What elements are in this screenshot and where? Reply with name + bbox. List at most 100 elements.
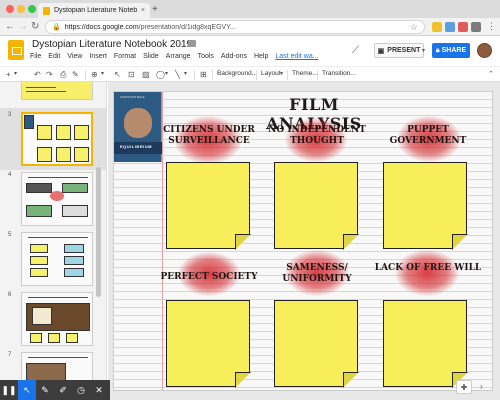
share-button[interactable]: 🔒︎ SHARE	[432, 43, 470, 58]
new-slide-icon[interactable]: +	[6, 69, 11, 80]
thumb-image	[32, 307, 52, 325]
category-label[interactable]: PERFECT SOCIETY	[154, 272, 264, 283]
paint-format-icon[interactable]: ✎	[72, 69, 79, 80]
slide-thumbnail-image	[21, 112, 93, 166]
url-host: https://docs.google.com	[64, 23, 139, 31]
menu-file[interactable]: File	[30, 53, 41, 60]
window-minimize-button[interactable]	[17, 5, 25, 13]
document-title[interactable]: Dystopian Literature Notebook 2019	[32, 39, 192, 50]
last-edit-link[interactable]: Last edit wa...	[275, 53, 318, 60]
tab-close-icon[interactable]: ×	[141, 7, 145, 14]
category-label[interactable]: NO INDEPENDENT THOUGHT	[262, 125, 372, 147]
present-dropdown-chevron-icon[interactable]: ▾	[422, 43, 430, 58]
category-label[interactable]: PUPPET GOVERNMENT	[373, 125, 483, 147]
chevron-down-icon[interactable]: ▾	[14, 69, 17, 80]
text-box-icon[interactable]: ⊡	[128, 69, 135, 80]
category-label[interactable]: SAMENESS/ UNIFORMITY	[262, 263, 372, 285]
folder-icon[interactable]	[188, 40, 196, 47]
pen-icon[interactable]: ✎	[36, 380, 54, 400]
sticky-note-fold	[343, 234, 359, 250]
back-icon[interactable]: ←	[5, 21, 15, 32]
slide-canvas[interactable]: CHRISTIAN BALE EQUILIBRIUM FILM ANALYSIS…	[108, 82, 500, 400]
background-button[interactable]: Background...	[217, 70, 257, 77]
lock-icon: 🔒	[52, 24, 61, 31]
reload-icon[interactable]: ↻	[31, 21, 39, 32]
chevron-down-icon[interactable]: ▾	[101, 69, 104, 80]
undo-icon[interactable]: ↶	[34, 69, 41, 80]
sticky-note-fold	[343, 372, 359, 388]
app-header: Dystopian Literature Notebook 2019 ☆ Fil…	[0, 36, 500, 66]
browser-tab[interactable]: Dystopian Literature Noteboo ×	[38, 3, 150, 18]
star-icon[interactable]: ☆	[176, 40, 183, 49]
pause-icon[interactable]: ❚❚	[0, 380, 18, 400]
menu-addons[interactable]: Add-ons	[221, 53, 247, 60]
extension-icon[interactable]	[432, 22, 442, 32]
comment-icon[interactable]: ⊞	[200, 69, 207, 80]
extension-icon[interactable]	[458, 22, 468, 32]
side-panel-arrow-icon[interactable]: ›	[480, 382, 483, 391]
timer-icon[interactable]: ◷	[72, 380, 90, 400]
menu-insert[interactable]: Insert	[89, 53, 107, 60]
extension-icon[interactable]	[445, 22, 455, 32]
category-label[interactable]: LACK OF FREE WILL	[373, 263, 483, 274]
avatar[interactable]	[477, 43, 492, 58]
thumb-box	[64, 256, 84, 265]
activity-trend-icon[interactable]: ⟋	[352, 45, 359, 56]
present-button[interactable]: ▣ PRESENT	[374, 43, 424, 58]
bookmark-star-icon[interactable]: ☆	[410, 22, 418, 33]
new-tab-button[interactable]: +	[152, 5, 158, 15]
slide-number: 5	[8, 232, 12, 238]
window-close-button[interactable]	[6, 5, 14, 13]
slide-number: 7	[8, 352, 12, 358]
zoom-icon[interactable]: ⊕	[91, 69, 98, 80]
transition-button[interactable]: Transition...	[322, 70, 356, 77]
thumb-note	[37, 147, 52, 162]
menu-slide[interactable]: Slide	[143, 53, 159, 60]
forward-icon[interactable]: →	[18, 21, 28, 32]
cursor-icon[interactable]: ↖	[18, 380, 36, 400]
theme-button[interactable]: Theme...	[292, 70, 318, 77]
menu-edit[interactable]: Edit	[48, 53, 60, 60]
image-icon[interactable]: ▨	[142, 69, 150, 80]
browser-menu-icon[interactable]: ⋮	[487, 21, 496, 32]
thumb-note	[30, 268, 48, 277]
thumb-note	[37, 125, 52, 140]
menu-tools[interactable]: Tools	[198, 53, 214, 60]
thumb-note	[74, 125, 89, 140]
menu-view[interactable]: View	[67, 53, 82, 60]
slide-thumbnail-image	[21, 352, 93, 382]
address-bar[interactable]: 🔒 https://docs.google.com/presentation/d…	[45, 20, 425, 34]
thumb-text-line	[26, 87, 56, 88]
explore-icon[interactable]: ✚	[456, 380, 472, 394]
extension-icon[interactable]	[471, 22, 481, 32]
chevron-down-icon[interactable]: ▾	[184, 69, 187, 80]
editing-toolbar: + ▾ ↶ ↷ ⎙ ✎ ⊕ ▾ ↖ ⊡ ▨ ◯ ▾ ╲ ▾ ⊞ Backgrou…	[0, 66, 500, 82]
menu-arrange[interactable]: Arrange	[166, 53, 191, 60]
browser-toolbar: ← → ↻ 🔒 https://docs.google.com/presenta…	[0, 18, 500, 36]
chevron-down-icon[interactable]: ▾	[165, 69, 168, 80]
print-icon[interactable]: ⎙	[60, 69, 66, 80]
slide-thumbnail-image	[21, 292, 93, 346]
chevron-down-icon[interactable]: ▾	[280, 69, 283, 80]
shape-icon[interactable]: ◯	[156, 69, 165, 80]
slide[interactable]: CHRISTIAN BALE EQUILIBRIUM FILM ANALYSIS…	[113, 91, 493, 391]
filmstrip-scrollbar[interactable]	[96, 167, 101, 297]
slides-logo-icon[interactable]	[8, 40, 24, 60]
menu-format[interactable]: Format	[114, 53, 136, 60]
layout-button[interactable]: Layout	[261, 70, 281, 77]
thumb-box	[62, 183, 88, 193]
collapse-toolbar-icon[interactable]: ⌃	[488, 70, 494, 78]
window-zoom-button[interactable]	[28, 5, 36, 13]
slide-thumbnail[interactable]	[5, 82, 101, 102]
close-icon[interactable]: ✕	[90, 380, 108, 400]
category-label[interactable]: CITIZENS UNDER SURVEILLANCE	[154, 125, 264, 147]
redo-icon[interactable]: ↷	[46, 69, 53, 80]
menu-help[interactable]: Help	[254, 53, 268, 60]
select-cursor-icon[interactable]: ↖	[114, 69, 121, 80]
sticky-note-fold	[452, 234, 468, 250]
toolbar-divider	[85, 70, 86, 80]
thumb-box	[26, 183, 52, 193]
highlighter-icon[interactable]: ✐	[54, 380, 72, 400]
slide-number: 6	[8, 292, 12, 298]
line-icon[interactable]: ╲	[175, 69, 180, 80]
